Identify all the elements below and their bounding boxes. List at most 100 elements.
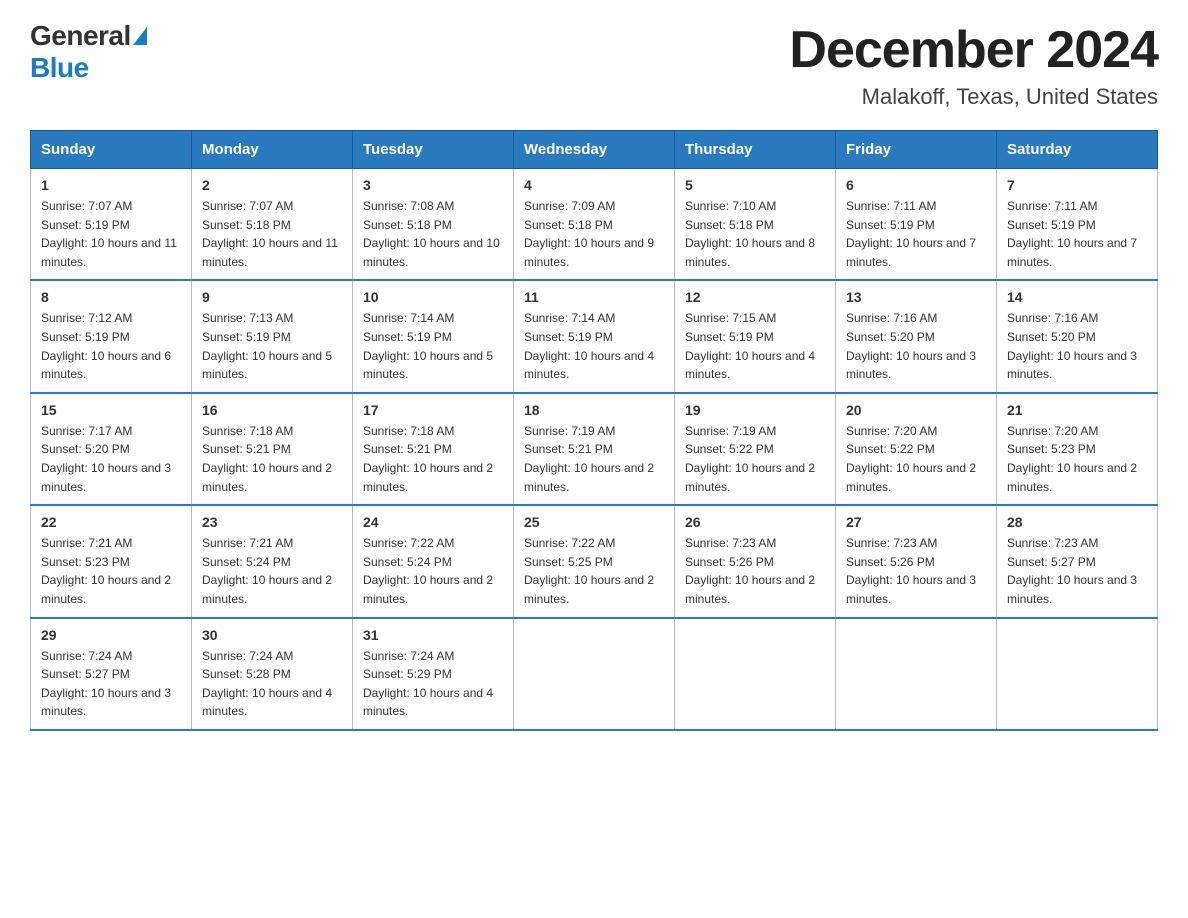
calendar-cell: 31 Sunrise: 7:24 AMSunset: 5:29 PMDayligh… <box>353 618 514 730</box>
day-info: Sunrise: 7:18 AMSunset: 5:21 PMDaylight:… <box>363 422 503 496</box>
calendar-cell: 14Sunrise: 7:16 AMSunset: 5:20 PMDayligh… <box>997 280 1158 392</box>
day-number: 19 <box>685 402 825 418</box>
header-row: SundayMondayTuesdayWednesdayThursdayFrid… <box>31 131 1158 169</box>
day-info: Sunrise: 7:20 AMSunset: 5:22 PMDaylight:… <box>846 422 986 496</box>
calendar-cell <box>997 618 1158 730</box>
day-number: 24 <box>363 514 503 530</box>
day-info: Sunrise: 7:22 AMSunset: 5:24 PMDaylight:… <box>363 534 503 608</box>
day-number: 6 <box>846 177 986 193</box>
day-number: 31 <box>363 627 503 643</box>
calendar-cell: 20 Sunrise: 7:20 AMSunset: 5:22 PMDayligh… <box>836 393 997 505</box>
calendar-row-5: 29 Sunrise: 7:24 AMSunset: 5:27 PMDayligh… <box>31 618 1158 730</box>
day-number: 13 <box>846 289 986 305</box>
calendar-cell: 17 Sunrise: 7:18 AMSunset: 5:21 PMDayligh… <box>353 393 514 505</box>
header-monday: Monday <box>192 131 353 169</box>
calendar-cell: 1 Sunrise: 7:07 AMSunset: 5:19 PMDaylight… <box>31 169 192 281</box>
day-number: 5 <box>685 177 825 193</box>
day-info: Sunrise: 7:19 AMSunset: 5:21 PMDaylight:… <box>524 422 664 496</box>
day-info: Sunrise: 7:07 AMSunset: 5:19 PMDaylight:… <box>41 197 181 271</box>
calendar-cell: 6 Sunrise: 7:11 AMSunset: 5:19 PMDaylight… <box>836 169 997 281</box>
header-sunday: Sunday <box>31 131 192 169</box>
day-info: Sunrise: 7:23 AMSunset: 5:27 PMDaylight:… <box>1007 534 1147 608</box>
day-info: Sunrise: 7:19 AMSunset: 5:22 PMDaylight:… <box>685 422 825 496</box>
day-number: 12 <box>685 289 825 305</box>
header-wednesday: Wednesday <box>514 131 675 169</box>
day-info: Sunrise: 7:09 AMSunset: 5:18 PMDaylight:… <box>524 197 664 271</box>
day-info: Sunrise: 7:24 AMSunset: 5:27 PMDaylight:… <box>41 647 181 721</box>
calendar-cell <box>836 618 997 730</box>
day-info: Sunrise: 7:23 AMSunset: 5:26 PMDaylight:… <box>685 534 825 608</box>
calendar-cell: 11Sunrise: 7:14 AMSunset: 5:19 PMDayligh… <box>514 280 675 392</box>
calendar-cell: 30 Sunrise: 7:24 AMSunset: 5:28 PMDayligh… <box>192 618 353 730</box>
calendar-cell: 28Sunrise: 7:23 AMSunset: 5:27 PMDayligh… <box>997 505 1158 617</box>
calendar-row-4: 22Sunrise: 7:21 AMSunset: 5:23 PMDayligh… <box>31 505 1158 617</box>
day-info: Sunrise: 7:18 AMSunset: 5:21 PMDaylight:… <box>202 422 342 496</box>
header-saturday: Saturday <box>997 131 1158 169</box>
day-info: Sunrise: 7:17 AMSunset: 5:20 PMDaylight:… <box>41 422 181 496</box>
day-number: 18 <box>524 402 664 418</box>
day-number: 14 <box>1007 289 1147 305</box>
day-number: 16 <box>202 402 342 418</box>
calendar-cell: 12 Sunrise: 7:15 AMSunset: 5:19 PMDayligh… <box>675 280 836 392</box>
calendar-cell: 15 Sunrise: 7:17 AMSunset: 5:20 PMDayligh… <box>31 393 192 505</box>
calendar-cell: 18 Sunrise: 7:19 AMSunset: 5:21 PMDayligh… <box>514 393 675 505</box>
day-number: 8 <box>41 289 181 305</box>
day-info: Sunrise: 7:22 AMSunset: 5:25 PMDaylight:… <box>524 534 664 608</box>
calendar-table: SundayMondayTuesdayWednesdayThursdayFrid… <box>30 130 1158 731</box>
page-header: General Blue December 2024 Malakoff, Tex… <box>30 20 1158 110</box>
calendar-cell: 9 Sunrise: 7:13 AMSunset: 5:19 PMDaylight… <box>192 280 353 392</box>
day-number: 3 <box>363 177 503 193</box>
day-info: Sunrise: 7:24 AMSunset: 5:28 PMDaylight:… <box>202 647 342 721</box>
calendar-cell: 4 Sunrise: 7:09 AMSunset: 5:18 PMDaylight… <box>514 169 675 281</box>
day-info: Sunrise: 7:11 AMSunset: 5:19 PMDaylight:… <box>846 197 986 271</box>
calendar-cell: 23Sunrise: 7:21 AMSunset: 5:24 PMDayligh… <box>192 505 353 617</box>
day-info: Sunrise: 7:23 AMSunset: 5:26 PMDaylight:… <box>846 534 986 608</box>
title-section: December 2024 Malakoff, Texas, United St… <box>789 20 1158 110</box>
day-number: 20 <box>846 402 986 418</box>
day-number: 29 <box>41 627 181 643</box>
calendar-cell <box>675 618 836 730</box>
calendar-row-3: 15 Sunrise: 7:17 AMSunset: 5:20 PMDayligh… <box>31 393 1158 505</box>
calendar-cell: 29 Sunrise: 7:24 AMSunset: 5:27 PMDayligh… <box>31 618 192 730</box>
day-info: Sunrise: 7:21 AMSunset: 5:23 PMDaylight:… <box>41 534 181 608</box>
day-info: Sunrise: 7:24 AMSunset: 5:29 PMDaylight:… <box>363 647 503 721</box>
day-number: 30 <box>202 627 342 643</box>
day-number: 25 <box>524 514 664 530</box>
day-number: 15 <box>41 402 181 418</box>
calendar-cell: 24 Sunrise: 7:22 AMSunset: 5:24 PMDayligh… <box>353 505 514 617</box>
day-number: 4 <box>524 177 664 193</box>
day-info: Sunrise: 7:15 AMSunset: 5:19 PMDaylight:… <box>685 309 825 383</box>
day-info: Sunrise: 7:13 AMSunset: 5:19 PMDaylight:… <box>202 309 342 383</box>
logo-general-text: General <box>30 20 131 52</box>
day-number: 9 <box>202 289 342 305</box>
calendar-cell: 2Sunrise: 7:07 AMSunset: 5:18 PMDaylight… <box>192 169 353 281</box>
calendar-row-1: 1 Sunrise: 7:07 AMSunset: 5:19 PMDaylight… <box>31 169 1158 281</box>
day-info: Sunrise: 7:16 AMSunset: 5:20 PMDaylight:… <box>846 309 986 383</box>
calendar-cell: 26 Sunrise: 7:23 AMSunset: 5:26 PMDayligh… <box>675 505 836 617</box>
calendar-cell: 19 Sunrise: 7:19 AMSunset: 5:22 PMDayligh… <box>675 393 836 505</box>
logo-arrow-icon <box>133 27 147 45</box>
day-info: Sunrise: 7:10 AMSunset: 5:18 PMDaylight:… <box>685 197 825 271</box>
calendar-cell: 16 Sunrise: 7:18 AMSunset: 5:21 PMDayligh… <box>192 393 353 505</box>
location-title: Malakoff, Texas, United States <box>789 84 1158 110</box>
day-info: Sunrise: 7:21 AMSunset: 5:24 PMDaylight:… <box>202 534 342 608</box>
day-number: 7 <box>1007 177 1147 193</box>
day-number: 17 <box>363 402 503 418</box>
calendar-cell: 21Sunrise: 7:20 AMSunset: 5:23 PMDayligh… <box>997 393 1158 505</box>
day-number: 26 <box>685 514 825 530</box>
calendar-row-2: 8Sunrise: 7:12 AMSunset: 5:19 PMDaylight… <box>31 280 1158 392</box>
header-tuesday: Tuesday <box>353 131 514 169</box>
calendar-cell: 13 Sunrise: 7:16 AMSunset: 5:20 PMDayligh… <box>836 280 997 392</box>
day-info: Sunrise: 7:08 AMSunset: 5:18 PMDaylight:… <box>363 197 503 271</box>
logo-blue-text: Blue <box>30 52 89 84</box>
calendar-cell <box>514 618 675 730</box>
day-number: 1 <box>41 177 181 193</box>
day-number: 27 <box>846 514 986 530</box>
calendar-cell: 27 Sunrise: 7:23 AMSunset: 5:26 PMDayligh… <box>836 505 997 617</box>
calendar-cell: 3 Sunrise: 7:08 AMSunset: 5:18 PMDaylight… <box>353 169 514 281</box>
day-info: Sunrise: 7:14 AMSunset: 5:19 PMDaylight:… <box>363 309 503 383</box>
day-number: 10 <box>363 289 503 305</box>
day-number: 11 <box>524 289 664 305</box>
calendar-cell: 10 Sunrise: 7:14 AMSunset: 5:19 PMDayligh… <box>353 280 514 392</box>
calendar-cell: 22Sunrise: 7:21 AMSunset: 5:23 PMDayligh… <box>31 505 192 617</box>
